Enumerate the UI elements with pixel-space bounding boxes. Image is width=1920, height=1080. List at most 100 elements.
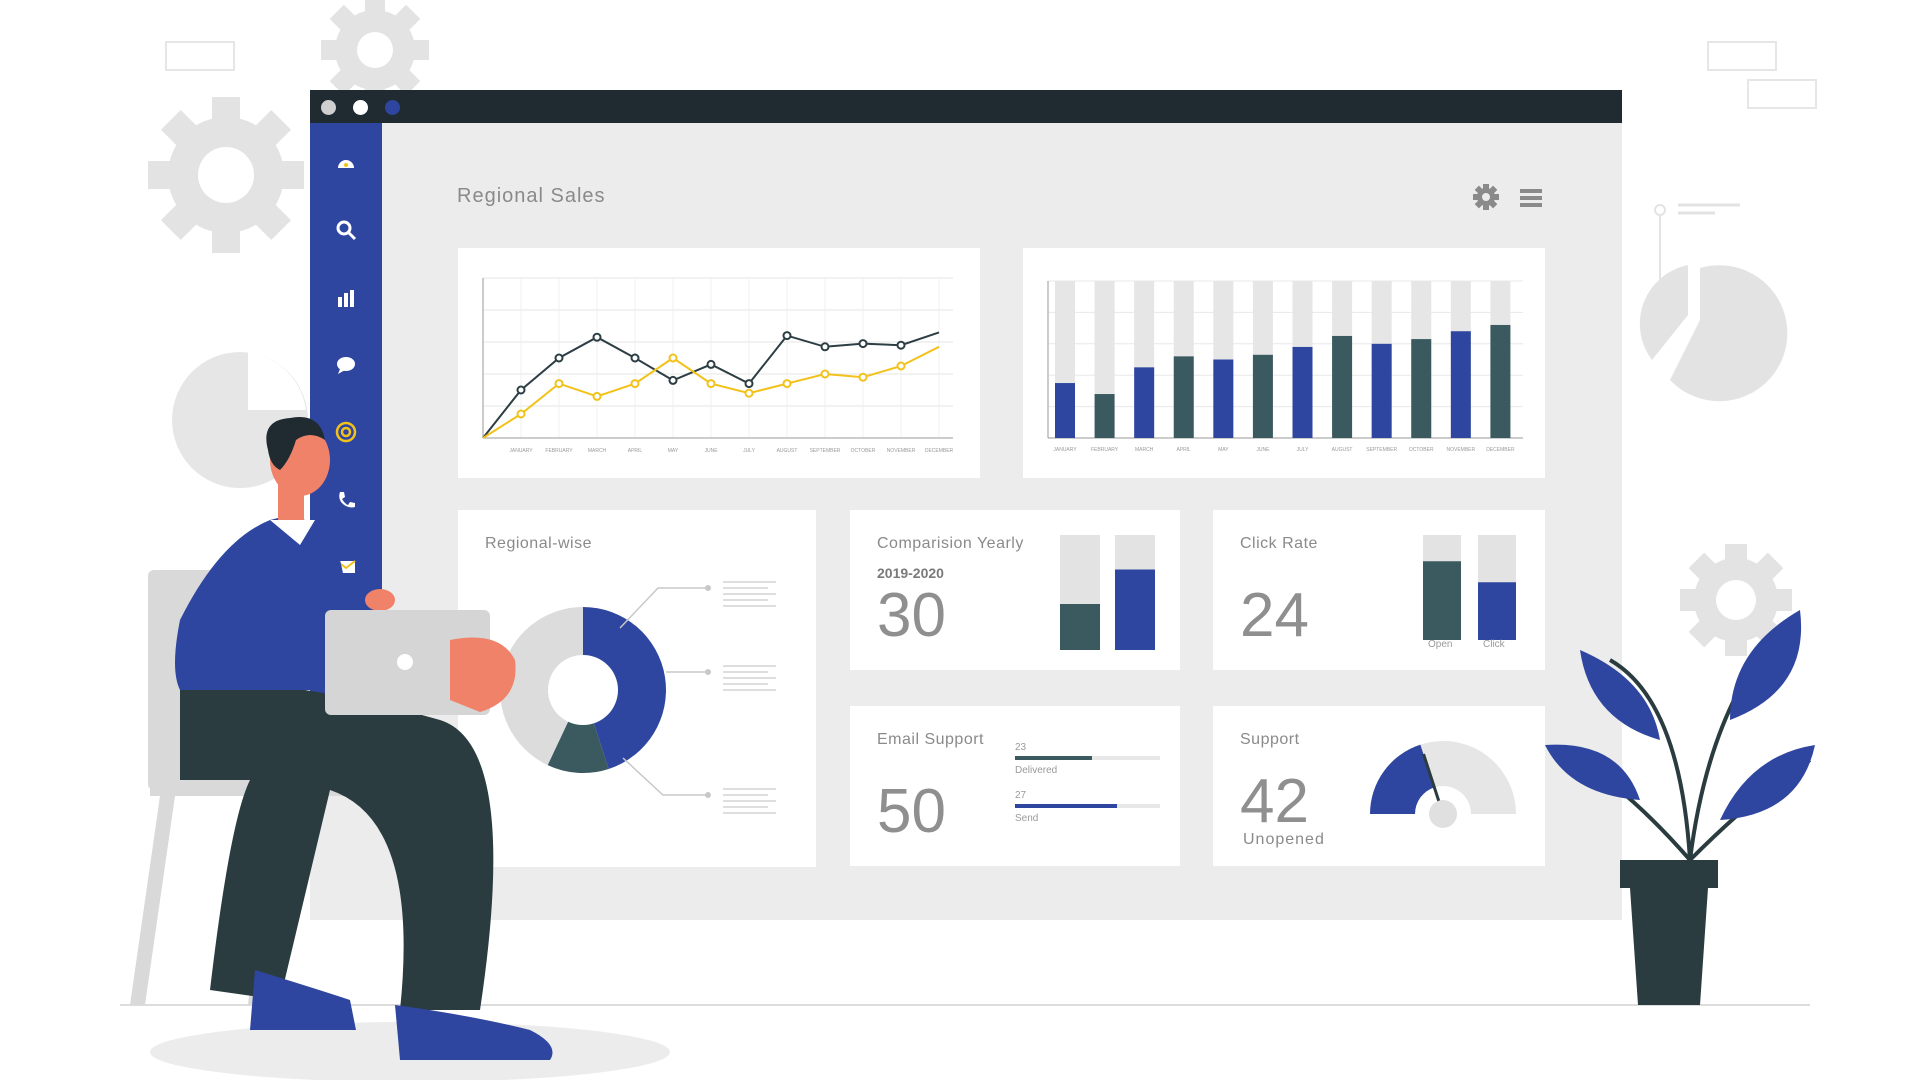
data-point — [630, 379, 640, 389]
x-tick-label: DECEMBER — [1486, 447, 1515, 453]
data-point — [858, 372, 868, 382]
bar — [1094, 394, 1115, 438]
x-tick-label: APRIL — [628, 448, 643, 454]
decor-rect — [165, 41, 235, 71]
send-value: 27 — [1015, 790, 1027, 801]
email-support-value: 50 — [877, 777, 946, 846]
leader-dot — [705, 792, 711, 798]
data-point — [554, 379, 564, 389]
x-tick-label: SEPTEMBER — [810, 448, 841, 454]
support-gauge — [1370, 741, 1516, 828]
data-point — [782, 331, 792, 341]
send-label: Send — [1015, 813, 1039, 824]
x-tick-label: AUGUST — [777, 448, 798, 454]
leader-line — [619, 587, 708, 629]
data-point — [820, 369, 830, 379]
data-point — [744, 379, 754, 389]
x-tick-label: APRIL — [1177, 447, 1192, 453]
email-support-card: Email Support 50 23 Delivered 27 Send — [850, 706, 1180, 866]
gear-icon[interactable] — [1473, 184, 1499, 215]
send-progress-fill — [1015, 804, 1117, 808]
x-tick-label: JUNE — [704, 448, 718, 454]
decor-rect — [1747, 79, 1817, 109]
pie-decor-icon — [172, 352, 308, 488]
line-chart-card: JANUARY FEBRUARY MARCH APRIL MAY JUNE JULY AUGU… — [458, 248, 980, 478]
comparison-yearly-card: Comparision Yearly 2019-2020 30 — [850, 510, 1180, 670]
pie-decor-icon — [1639, 203, 1788, 402]
delivered-value: 23 — [1015, 742, 1027, 753]
data-point — [896, 361, 906, 371]
card-title: Regional-wise — [485, 535, 592, 552]
bar — [1134, 367, 1155, 438]
support-value: 42 — [1240, 767, 1309, 836]
x-tick-label: NOVEMBER — [1447, 447, 1476, 453]
x-tick-label: OCTOBER — [1409, 447, 1434, 453]
window-titlebar — [310, 90, 1622, 123]
bar — [1292, 346, 1313, 438]
window-dot[interactable] — [385, 100, 400, 115]
leader-line — [622, 757, 708, 796]
x-tick-label: MARCH — [588, 448, 607, 454]
hamburger-menu-icon[interactable] — [1518, 185, 1544, 216]
bar — [1252, 354, 1273, 438]
dashboard-gauge-icon[interactable] — [334, 151, 358, 175]
at-sign-icon[interactable] — [334, 420, 358, 444]
comparison-bars — [1060, 535, 1155, 650]
phone-icon[interactable] — [334, 488, 358, 512]
bar — [1332, 335, 1353, 438]
bar — [1450, 331, 1471, 438]
x-tick-label: NOVEMBER — [887, 448, 916, 454]
bar — [1490, 324, 1511, 438]
x-tick-label: JUNE — [1256, 447, 1270, 453]
window-dot[interactable] — [353, 100, 368, 115]
period-label: 2019-2020 — [877, 565, 944, 581]
bar — [1115, 569, 1155, 650]
x-tick-label: JULY — [1297, 447, 1310, 453]
click-rate-value: 24 — [1240, 581, 1309, 650]
leader-dot — [705, 585, 711, 591]
bar — [1423, 561, 1461, 640]
data-point — [706, 359, 716, 369]
decor-rect — [1707, 41, 1777, 71]
bar — [1060, 604, 1100, 650]
data-point — [668, 353, 678, 363]
data-point — [516, 385, 526, 395]
card-title: Comparision Yearly — [877, 535, 1024, 552]
click-rate-bars — [1423, 535, 1516, 640]
open-label: Open — [1428, 639, 1453, 650]
gear-decor-icon — [1680, 544, 1792, 656]
mail-icon[interactable] — [334, 555, 358, 579]
data-point — [554, 353, 564, 363]
send-progress-track — [1015, 804, 1160, 808]
data-point — [744, 388, 754, 398]
window-dot[interactable] — [321, 100, 336, 115]
x-tick-label: OCTOBER — [851, 448, 876, 454]
x-tick-label: MAY — [1218, 447, 1229, 453]
data-point — [630, 353, 640, 363]
data-point — [706, 379, 716, 389]
data-point — [858, 339, 868, 349]
line-chart: JANUARY FEBRUARY MARCH APRIL MAY JUNE JULY AUGU… — [482, 277, 954, 454]
search-icon[interactable] — [334, 218, 358, 242]
bar — [1411, 339, 1432, 438]
x-tick-label: MARCH — [1135, 447, 1154, 453]
bar — [1478, 582, 1516, 640]
chat-bubble-icon[interactable] — [334, 353, 358, 377]
delivered-progress-fill — [1015, 756, 1092, 760]
support-caption: Unopened — [1243, 831, 1325, 848]
x-tick-label: FEBRUARY — [1091, 447, 1119, 453]
card-title: Click Rate — [1240, 535, 1318, 552]
card-title: Support — [1240, 731, 1300, 748]
sidebar — [310, 123, 382, 703]
donut-chart — [500, 581, 776, 814]
regional-wise-card: Regional-wise — [458, 510, 816, 867]
bar-chart: JANUARY FEBRUARY MARCH APRIL MAY JUNE JULY AUGU… — [1047, 280, 1523, 453]
x-tick-label: AUGUST — [1332, 447, 1353, 453]
x-tick-label: SEPTEMBER — [1366, 447, 1397, 453]
data-point — [820, 342, 830, 352]
click-rate-card: Click Rate 24 Open Click — [1213, 510, 1545, 670]
x-tick-label: FEBRUARY — [545, 448, 573, 454]
donut-hole — [548, 655, 618, 725]
bar-chart-icon[interactable] — [334, 286, 358, 310]
data-point — [516, 409, 526, 419]
